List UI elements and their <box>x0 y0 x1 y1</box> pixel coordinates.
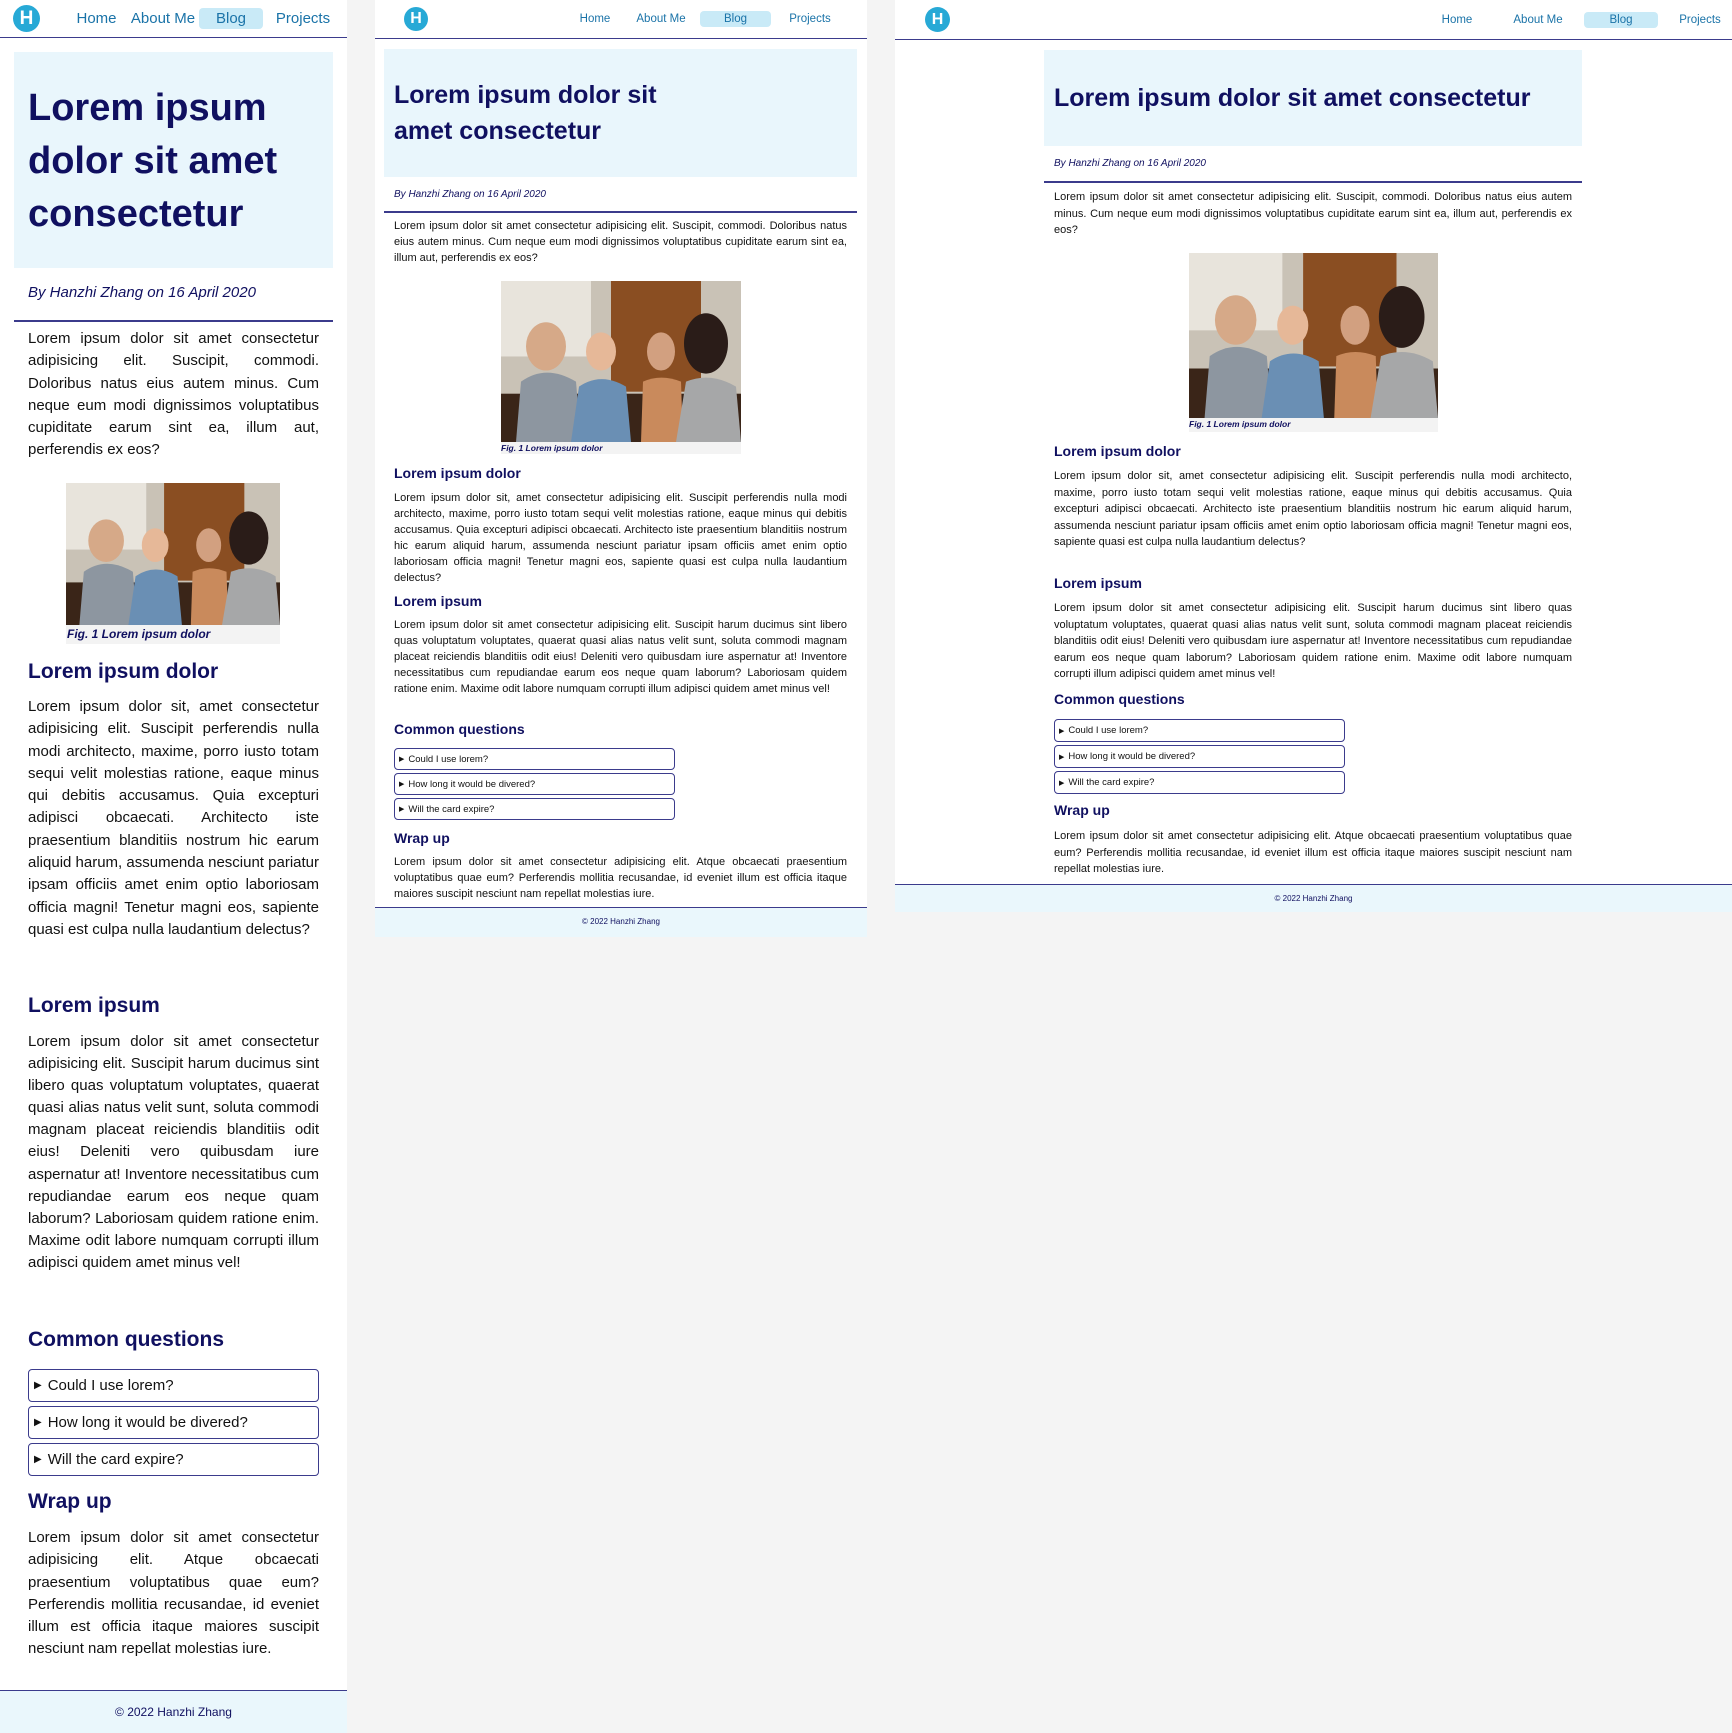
nav-home[interactable]: Home <box>1432 12 1482 28</box>
triangle-right-icon: ▶ <box>1059 779 1065 787</box>
faq-item[interactable]: ▶ Will the card expire? <box>394 798 675 820</box>
wrap-heading: Wrap up <box>394 830 450 846</box>
navbar: H Home About Me Blog Projects <box>375 0 867 39</box>
nav-blog[interactable]: Blog <box>199 8 263 29</box>
mobile-view: H Home About Me Blog Projects Lorem ipsu… <box>0 0 347 1733</box>
wrap-text: Lorem ipsum dolor sit amet consectetur a… <box>1054 830 1572 875</box>
footer: © 2022 Hanzhi Zhang <box>375 907 867 937</box>
faq-item[interactable]: ▶ How long it would be divered? <box>394 773 675 795</box>
nav-about[interactable]: About Me <box>1505 12 1571 28</box>
wrap-text: Lorem ipsum dolor sit amet consectetur a… <box>28 1529 319 1658</box>
section1-text: Lorem ipsum dolor sit, amet consectetur … <box>28 698 319 938</box>
nav-about[interactable]: About Me <box>128 8 198 29</box>
photo-image <box>501 281 741 442</box>
logo-icon[interactable]: H <box>925 7 950 32</box>
article-title: Lorem ipsum dolor sit amet consectetur <box>1044 50 1582 146</box>
triangle-right-icon: ▶ <box>399 806 405 813</box>
triangle-right-icon: ▶ <box>34 1454 42 1465</box>
faq-item[interactable]: ▶ How long it would be divered? <box>28 1406 319 1439</box>
triangle-right-icon: ▶ <box>399 781 405 788</box>
intro-text: Lorem ipsum dolor sit amet consectetur a… <box>1054 191 1572 236</box>
figure-caption: Fig. 1 Lorem ipsum dolor <box>67 627 211 641</box>
section2-heading: Lorem ipsum <box>1054 575 1142 591</box>
faq-heading: Common questions <box>28 1328 225 1351</box>
photo-image <box>1189 253 1438 418</box>
wrap-heading: Wrap up <box>28 1490 112 1513</box>
desktop-view: H Home About Me Blog Projects Lorem ipsu… <box>895 0 1732 912</box>
section1-text: Lorem ipsum dolor sit, amet consectetur … <box>1054 470 1572 548</box>
byline: By Hanzhi Zhang on 16 April 2020 <box>384 186 857 213</box>
byline: By Hanzhi Zhang on 16 April 2020 <box>14 284 333 322</box>
figure-caption: Fig. 1 Lorem ipsum dolor <box>501 443 603 453</box>
section1-heading: Lorem ipsum dolor <box>1054 443 1181 459</box>
figure: Fig. 1 Lorem ipsum dolor <box>1189 253 1438 432</box>
figure: Fig. 1 Lorem ipsum dolor <box>66 483 280 644</box>
article-title: Lorem ipsum dolor sit amet consectetur <box>384 49 857 177</box>
footer: © 2022 Hanzhi Zhang <box>0 1690 347 1733</box>
nav-home[interactable]: Home <box>68 8 125 29</box>
logo-icon[interactable]: H <box>404 7 428 31</box>
section2-heading: Lorem ipsum <box>28 994 160 1017</box>
nav-about[interactable]: About Me <box>628 11 694 27</box>
faq-item[interactable]: ▶ Could I use lorem? <box>1054 719 1345 742</box>
triangle-right-icon: ▶ <box>1059 727 1065 735</box>
navbar: H Home About Me Blog Projects <box>0 0 347 38</box>
triangle-right-icon: ▶ <box>34 1380 42 1391</box>
section2-text: Lorem ipsum dolor sit amet consectetur a… <box>394 619 847 695</box>
triangle-right-icon: ▶ <box>1059 753 1065 761</box>
figure-caption: Fig. 1 Lorem ipsum dolor <box>1189 419 1291 429</box>
tablet-view: H Home About Me Blog Projects Lorem ipsu… <box>375 0 867 937</box>
faq-heading: Common questions <box>394 721 525 737</box>
faq-item[interactable]: ▶ Will the card expire? <box>28 1443 319 1476</box>
wrap-heading: Wrap up <box>1054 802 1110 818</box>
footer: © 2022 Hanzhi Zhang <box>895 884 1732 912</box>
section1-heading: Lorem ipsum dolor <box>394 465 521 481</box>
faq-item[interactable]: ▶ Could I use lorem? <box>28 1369 319 1402</box>
section1-text: Lorem ipsum dolor sit, amet consectetur … <box>394 492 847 584</box>
triangle-right-icon: ▶ <box>34 1417 42 1428</box>
triangle-right-icon: ▶ <box>399 756 405 763</box>
figure: Fig. 1 Lorem ipsum dolor <box>501 281 741 454</box>
section2-text: Lorem ipsum dolor sit amet consectetur a… <box>1054 602 1572 680</box>
logo-icon[interactable]: H <box>13 5 40 32</box>
byline: By Hanzhi Zhang on 16 April 2020 <box>1044 155 1582 183</box>
nav-projects[interactable]: Projects <box>268 8 338 29</box>
intro-text: Lorem ipsum dolor sit amet consectetur a… <box>394 220 847 264</box>
faq-item[interactable]: ▶ Will the card expire? <box>1054 771 1345 794</box>
nav-projects[interactable]: Projects <box>1670 12 1730 28</box>
section1-heading: Lorem ipsum dolor <box>28 660 219 683</box>
faq-item[interactable]: ▶ How long it would be divered? <box>1054 745 1345 768</box>
wrap-text: Lorem ipsum dolor sit amet consectetur a… <box>394 856 847 900</box>
faq-heading: Common questions <box>1054 691 1185 707</box>
section2-text: Lorem ipsum dolor sit amet consectetur a… <box>28 1033 319 1271</box>
article-title: Lorem ipsum dolor sit amet consectetur <box>14 52 333 268</box>
navbar: H Home About Me Blog Projects <box>895 0 1732 40</box>
nav-blog[interactable]: Blog <box>700 11 771 27</box>
nav-blog[interactable]: Blog <box>1584 11 1658 28</box>
section2-heading: Lorem ipsum <box>394 593 482 609</box>
intro-text: Lorem ipsum dolor sit amet consectetur a… <box>28 330 319 459</box>
nav-home[interactable]: Home <box>570 11 620 27</box>
nav-projects[interactable]: Projects <box>780 11 840 27</box>
photo-image <box>66 483 280 625</box>
faq-item[interactable]: ▶ Could I use lorem? <box>394 748 675 770</box>
